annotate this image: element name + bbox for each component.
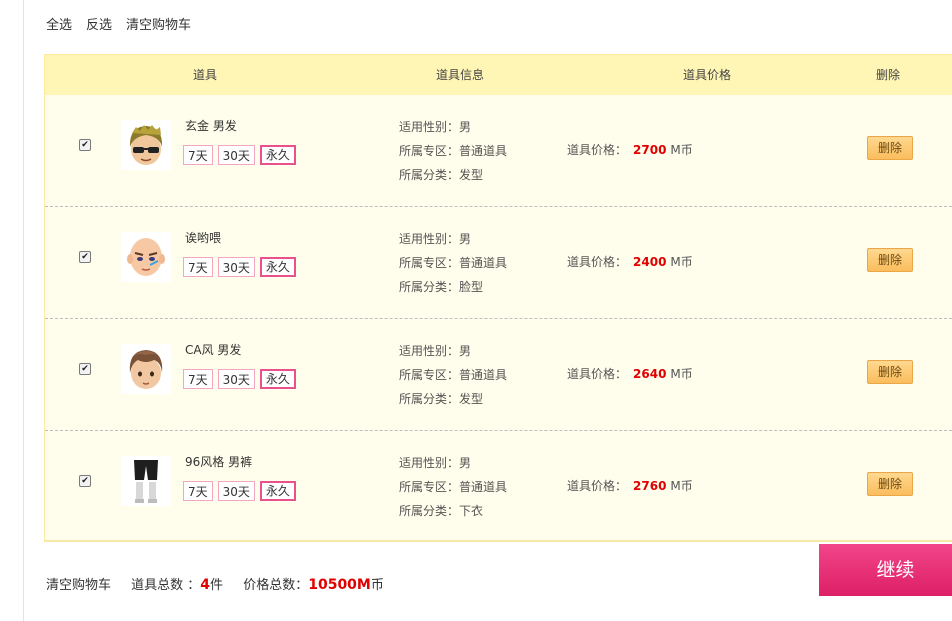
column-delete: 删除: [875, 68, 900, 82]
price-currency: M币: [670, 479, 693, 493]
duration-30d[interactable]: 30天: [217, 481, 255, 501]
delete-button[interactable]: 删除: [867, 360, 913, 384]
duration-permanent[interactable]: 永久: [259, 145, 296, 165]
duration-permanent[interactable]: 永久: [259, 369, 296, 389]
item-zone: 所属专区：普通道具: [399, 480, 508, 494]
table-row: 96风格 男裤 7天 30天 永久 适用性别：男 所属专区：普通道具 所属分类：…: [45, 431, 952, 543]
item-price: 道具价格： 2700 M币: [567, 141, 693, 158]
price-value: 2400: [633, 255, 667, 269]
duration-7d[interactable]: 7天: [183, 481, 213, 501]
item-gender: 适用性别：男: [399, 456, 472, 470]
item-checkbox[interactable]: [79, 139, 91, 151]
item-info: 适用性别：男 所属专区：普通道具 所属分类：发型: [399, 339, 507, 411]
item-name: 玄金 男发: [185, 119, 237, 133]
price-value: 2760: [633, 479, 667, 493]
price-currency: M币: [670, 143, 693, 157]
duration-7d[interactable]: 7天: [183, 369, 213, 389]
duration-30d[interactable]: 30天: [217, 145, 255, 165]
item-zone: 所属专区：普通道具: [399, 368, 508, 382]
duration-30d[interactable]: 30天: [217, 257, 255, 277]
item-category: 所属分类：发型: [399, 168, 484, 182]
duration-7d[interactable]: 7天: [183, 257, 213, 277]
invert-selection-link[interactable]: 反选: [86, 16, 112, 36]
duration-permanent[interactable]: 永久: [259, 257, 296, 277]
item-category: 所属分类：发型: [399, 392, 484, 406]
left-divider: [23, 0, 24, 621]
delete-button[interactable]: 删除: [867, 136, 913, 160]
item-count-unit: 件: [210, 578, 224, 593]
item-zone: 所属专区：普通道具: [399, 144, 508, 158]
duration-options: 7天 30天 永久: [183, 145, 296, 165]
pants-icon: [121, 456, 171, 506]
delete-button[interactable]: 删除: [867, 248, 913, 272]
price-currency: M币: [670, 367, 693, 381]
duration-permanent[interactable]: 永久: [259, 481, 296, 501]
footer-clear-cart-link[interactable]: 清空购物车: [46, 578, 111, 593]
price-value: 2700: [633, 143, 667, 157]
cart-table: 道具 道具信息 道具价格 删除 玄金 男发 7天 30天 永久 适用性别：男: [44, 54, 952, 542]
price-currency: M币: [670, 255, 693, 269]
column-item: 道具: [192, 68, 217, 82]
total-price-unit: 币: [370, 578, 384, 593]
item-price: 道具价格： 2760 M币: [567, 477, 693, 494]
duration-options: 7天 30天 永久: [183, 257, 296, 277]
hair-icon: [121, 344, 171, 394]
price-value: 2640: [633, 367, 667, 381]
table-header: 道具 道具信息 道具价格 删除: [45, 55, 952, 95]
item-checkbox[interactable]: [79, 251, 91, 263]
item-count: 道具总数 ：4件: [131, 577, 224, 593]
item-category: 所属分类：下衣: [399, 504, 484, 518]
item-gender: 适用性别：男: [399, 232, 472, 246]
item-info: 适用性别：男 所属专区：普通道具 所属分类：发型: [399, 115, 507, 187]
item-name: CA风 男发: [185, 343, 242, 357]
total-price-value: 10500M: [308, 577, 371, 593]
item-checkbox[interactable]: [79, 475, 91, 487]
item-checkbox[interactable]: [79, 363, 91, 375]
hair-icon: [121, 120, 171, 170]
continue-button[interactable]: 继续: [819, 544, 952, 596]
duration-options: 7天 30天 永久: [183, 481, 296, 501]
select-all-link[interactable]: 全选: [46, 16, 72, 36]
item-gender: 适用性别：男: [399, 120, 472, 134]
table-row: CA风 男发 7天 30天 永久 适用性别：男 所属专区：普通道具 所属分类：发…: [45, 319, 952, 431]
item-category: 所属分类：脸型: [399, 280, 484, 294]
total-price-label: 价格总数：: [243, 578, 309, 593]
duration-options: 7天 30天 永久: [183, 369, 296, 389]
item-name: 96风格 男裤: [185, 455, 253, 469]
price-label: 道具价格：: [567, 479, 628, 493]
item-name: 诶哟喂: [185, 231, 222, 245]
face-icon: [121, 232, 171, 282]
item-price: 道具价格： 2640 M币: [567, 365, 693, 382]
table-row: 玄金 男发 7天 30天 永久 适用性别：男 所属专区：普通道具 所属分类：发型…: [45, 95, 952, 207]
duration-7d[interactable]: 7天: [183, 145, 213, 165]
item-gender: 适用性别：男: [399, 344, 472, 358]
cart-summary: 清空购物车 道具总数 ：4件 价格总数：10500M币: [46, 574, 400, 593]
item-info: 适用性别：男 所属专区：普通道具 所属分类：脸型: [399, 227, 507, 299]
duration-30d[interactable]: 30天: [217, 369, 255, 389]
price-label: 道具价格：: [567, 255, 628, 269]
price-label: 道具价格：: [567, 367, 628, 381]
column-info: 道具信息: [435, 68, 484, 82]
cart-toolbar: 全选 反选 清空购物车: [46, 16, 191, 36]
table-row: 诶哟喂 7天 30天 永久 适用性别：男 所属专区：普通道具 所属分类：脸型 道…: [45, 207, 952, 319]
total-price: 价格总数：10500M币: [243, 577, 384, 593]
delete-button[interactable]: 删除: [867, 472, 913, 496]
clear-cart-link[interactable]: 清空购物车: [126, 16, 191, 36]
price-label: 道具价格：: [567, 143, 628, 157]
item-count-value: 4: [200, 577, 211, 593]
item-zone: 所属专区：普通道具: [399, 256, 508, 270]
column-price: 道具价格: [682, 68, 731, 82]
item-count-label: 道具总数 ：: [131, 578, 201, 593]
item-price: 道具价格： 2400 M币: [567, 253, 693, 270]
item-info: 适用性别：男 所属专区：普通道具 所属分类：下衣: [399, 451, 507, 523]
